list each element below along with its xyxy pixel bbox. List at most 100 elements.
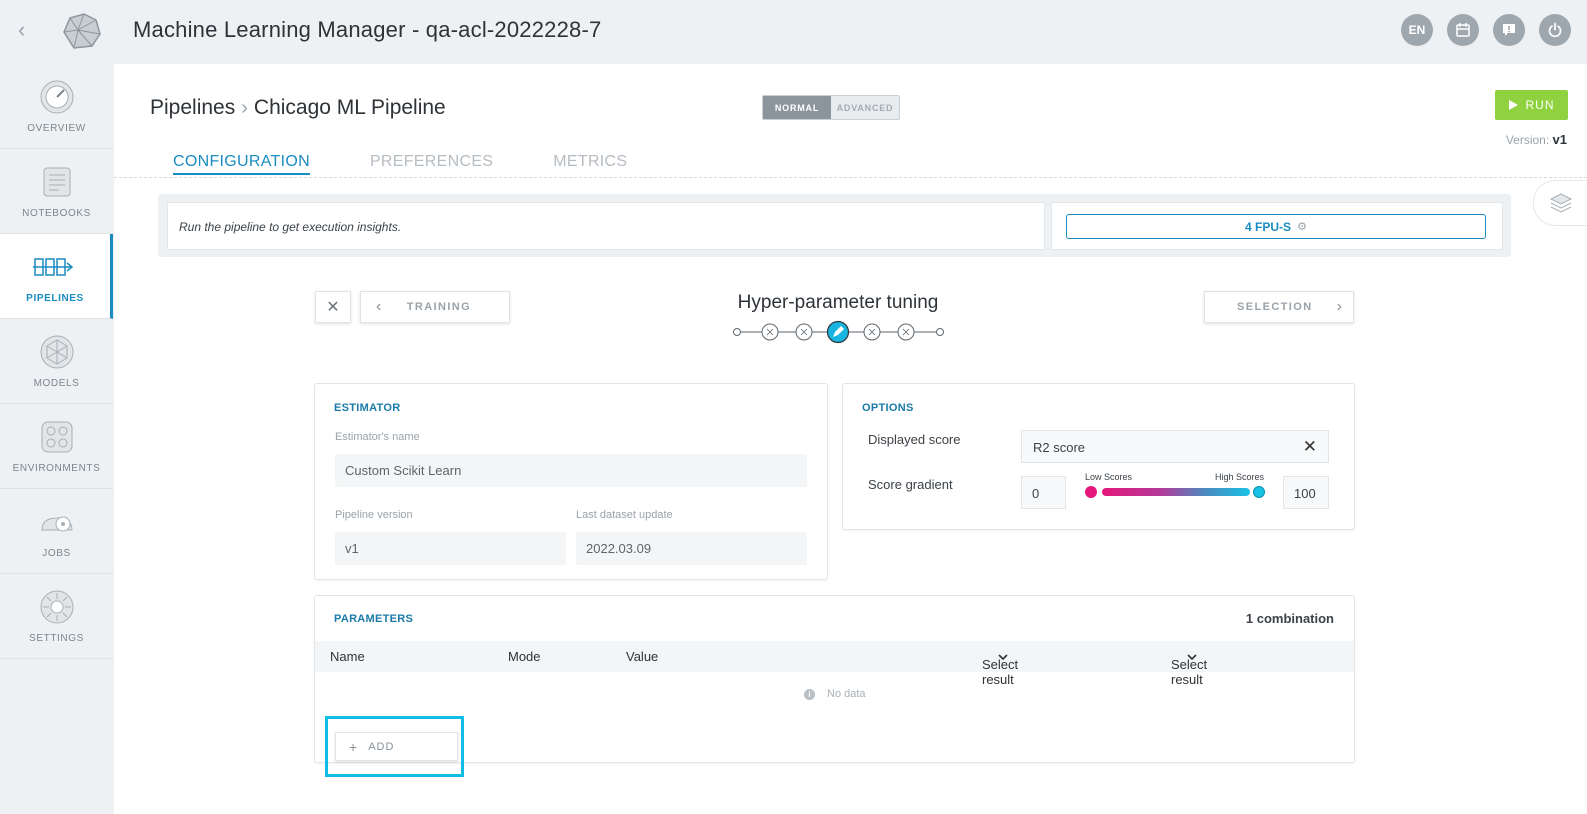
mode-advanced-button[interactable]: ADVANCED bbox=[831, 96, 899, 119]
page-title: Chicago ML Pipeline bbox=[253, 96, 446, 119]
step-progress bbox=[733, 320, 944, 344]
sidebar-item-notebooks[interactable]: NOTEBOOKS bbox=[0, 149, 113, 234]
step-dot[interactable] bbox=[863, 323, 881, 341]
step-dot[interactable] bbox=[795, 323, 813, 341]
gradient-min-input[interactable]: 0 bbox=[1021, 476, 1066, 509]
tab-preferences[interactable]: PREFERENCES bbox=[370, 153, 493, 175]
close-button[interactable]: ✕ bbox=[315, 291, 351, 323]
notebook-icon bbox=[43, 167, 70, 196]
model-icon bbox=[40, 335, 73, 368]
language-button[interactable]: EN bbox=[1401, 14, 1433, 46]
tab-configuration[interactable]: CONFIGURATION bbox=[173, 153, 310, 175]
dataset-update-label: Last dataset update bbox=[576, 509, 673, 521]
score-gradient-label: Score gradient bbox=[868, 477, 953, 492]
next-step-button[interactable]: SELECTION › bbox=[1204, 291, 1354, 323]
estimator-name-field: Custom Scikit Learn bbox=[335, 454, 807, 487]
current-step-dot[interactable] bbox=[826, 320, 850, 344]
clear-icon[interactable]: ✕ bbox=[1303, 437, 1317, 457]
insights-message: Run the pipeline to get execution insigh… bbox=[167, 202, 1045, 250]
column-value: Value bbox=[626, 649, 659, 664]
sidebar-item-environments[interactable]: ENVIRONMENTS bbox=[0, 404, 113, 489]
next-step-label: SELECTION bbox=[1237, 301, 1313, 313]
displayed-score-select[interactable]: R2 score ✕ bbox=[1021, 430, 1329, 463]
low-scores-label: Low Scores bbox=[1085, 472, 1133, 482]
dataset-update-field: 2022.03.09 bbox=[576, 532, 807, 565]
high-scores-label: High Scores bbox=[1215, 472, 1265, 482]
app-title: Machine Learning Manager - qa-acl-202222… bbox=[133, 17, 602, 42]
column-name: Name bbox=[330, 649, 365, 664]
gear-icon: ⚙ bbox=[1297, 221, 1307, 233]
tab-metrics[interactable]: METRICS bbox=[553, 153, 627, 175]
sidebar-item-label: OVERVIEW bbox=[27, 122, 86, 134]
select-result-dropdown[interactable]: Select result bbox=[1171, 649, 1207, 687]
gear-icon bbox=[40, 590, 73, 623]
play-icon bbox=[1508, 100, 1518, 110]
high-color-picker[interactable] bbox=[1253, 486, 1265, 498]
chevron-left-icon: ‹ bbox=[376, 298, 383, 315]
previous-step-label: TRAINING bbox=[406, 301, 472, 313]
fpu-label: 4 FPU-S bbox=[1245, 219, 1292, 234]
sidebar: OVERVIEW NOTEBOOKS PIPELINES MODELS ENVI… bbox=[0, 64, 113, 660]
chevron-right-icon: › bbox=[241, 96, 248, 119]
score-gradient-bar bbox=[1102, 488, 1250, 496]
sidebar-item-label: NOTEBOOKS bbox=[22, 207, 91, 219]
breadcrumb-pipelines-link[interactable]: Pipelines bbox=[150, 96, 235, 120]
fpu-button[interactable]: 4 FPU-S ⚙ bbox=[1066, 214, 1486, 239]
layers-icon bbox=[1549, 193, 1572, 213]
gauge-icon bbox=[40, 80, 73, 113]
column-mode: Mode bbox=[508, 649, 541, 664]
version-value: v1 bbox=[1552, 132, 1567, 147]
sidebar-item-label: SETTINGS bbox=[29, 632, 84, 644]
parameters-title: PARAMETERS bbox=[334, 613, 414, 625]
combination-count: 1 combination bbox=[1245, 611, 1334, 626]
calendar-icon[interactable] bbox=[1447, 14, 1479, 46]
displayed-score-label: Displayed score bbox=[868, 432, 961, 447]
step-dot[interactable] bbox=[897, 323, 915, 341]
step-title: Hyper-parameter tuning bbox=[737, 292, 939, 313]
empty-state: i No data bbox=[804, 688, 866, 700]
previous-step-button[interactable]: ‹ TRAINING bbox=[360, 291, 510, 323]
power-icon[interactable] bbox=[1539, 14, 1571, 46]
main-panel: Pipelines › Chicago ML Pipeline NORMAL A… bbox=[114, 64, 1587, 814]
estimator-name-label: Estimator's name bbox=[335, 431, 420, 443]
gradient-max-input[interactable]: 100 bbox=[1283, 476, 1329, 509]
pipeline-icon bbox=[33, 257, 74, 276]
tab-bar: CONFIGURATION PREFERENCES METRICS bbox=[173, 153, 627, 175]
select-result-dropdown[interactable]: Select result bbox=[982, 649, 1018, 687]
insights-bar: Run the pipeline to get execution insigh… bbox=[158, 194, 1511, 257]
run-button-label: RUN bbox=[1525, 98, 1555, 112]
add-parameter-button[interactable]: + ADD bbox=[335, 732, 458, 761]
pipeline-version-label: Pipeline version bbox=[335, 509, 413, 521]
sidebar-item-label: JOBS bbox=[42, 547, 71, 559]
select-result-label: Select result bbox=[1171, 657, 1208, 687]
parameters-card: PARAMETERS 1 combination Name Mode Value… bbox=[314, 595, 1355, 763]
sidebar-item-jobs[interactable]: JOBS bbox=[0, 489, 113, 574]
sidebar-item-label: ENVIRONMENTS bbox=[12, 462, 101, 474]
sidebar-item-overview[interactable]: OVERVIEW bbox=[0, 64, 113, 149]
step-dot[interactable] bbox=[761, 323, 779, 341]
estimator-title: ESTIMATOR bbox=[334, 402, 401, 414]
table-header: Name Mode Value Select result Select res… bbox=[315, 641, 1354, 687]
options-card: OPTIONS Displayed score R2 score ✕ Score… bbox=[842, 383, 1355, 530]
sidebar-item-settings[interactable]: SETTINGS bbox=[0, 574, 113, 659]
plus-icon: + bbox=[349, 738, 359, 755]
layers-panel-toggle[interactable] bbox=[1533, 180, 1587, 226]
chevron-right-icon: › bbox=[1336, 298, 1344, 315]
info-icon: i bbox=[804, 688, 815, 700]
environment-icon bbox=[41, 421, 72, 452]
estimator-card: ESTIMATOR Estimator's name Custom Scikit… bbox=[314, 383, 828, 580]
tab-divider bbox=[114, 177, 1587, 178]
feedback-icon[interactable] bbox=[1493, 14, 1525, 46]
sidebar-item-label: PIPELINES bbox=[26, 292, 84, 304]
displayed-score-value: R2 score bbox=[1033, 440, 1086, 455]
low-color-picker[interactable] bbox=[1085, 486, 1097, 498]
version-label: Version: bbox=[1505, 133, 1550, 147]
back-arrow-icon[interactable]: ‹ bbox=[18, 18, 38, 42]
pipeline-version-field: v1 bbox=[335, 532, 566, 565]
app-logo-icon bbox=[63, 13, 101, 49]
sidebar-item-models[interactable]: MODELS bbox=[0, 319, 113, 404]
empty-state-text: No data bbox=[827, 688, 866, 700]
mode-normal-button[interactable]: NORMAL bbox=[763, 96, 831, 119]
sidebar-item-pipelines[interactable]: PIPELINES bbox=[0, 234, 113, 319]
run-button[interactable]: RUN bbox=[1495, 90, 1568, 120]
